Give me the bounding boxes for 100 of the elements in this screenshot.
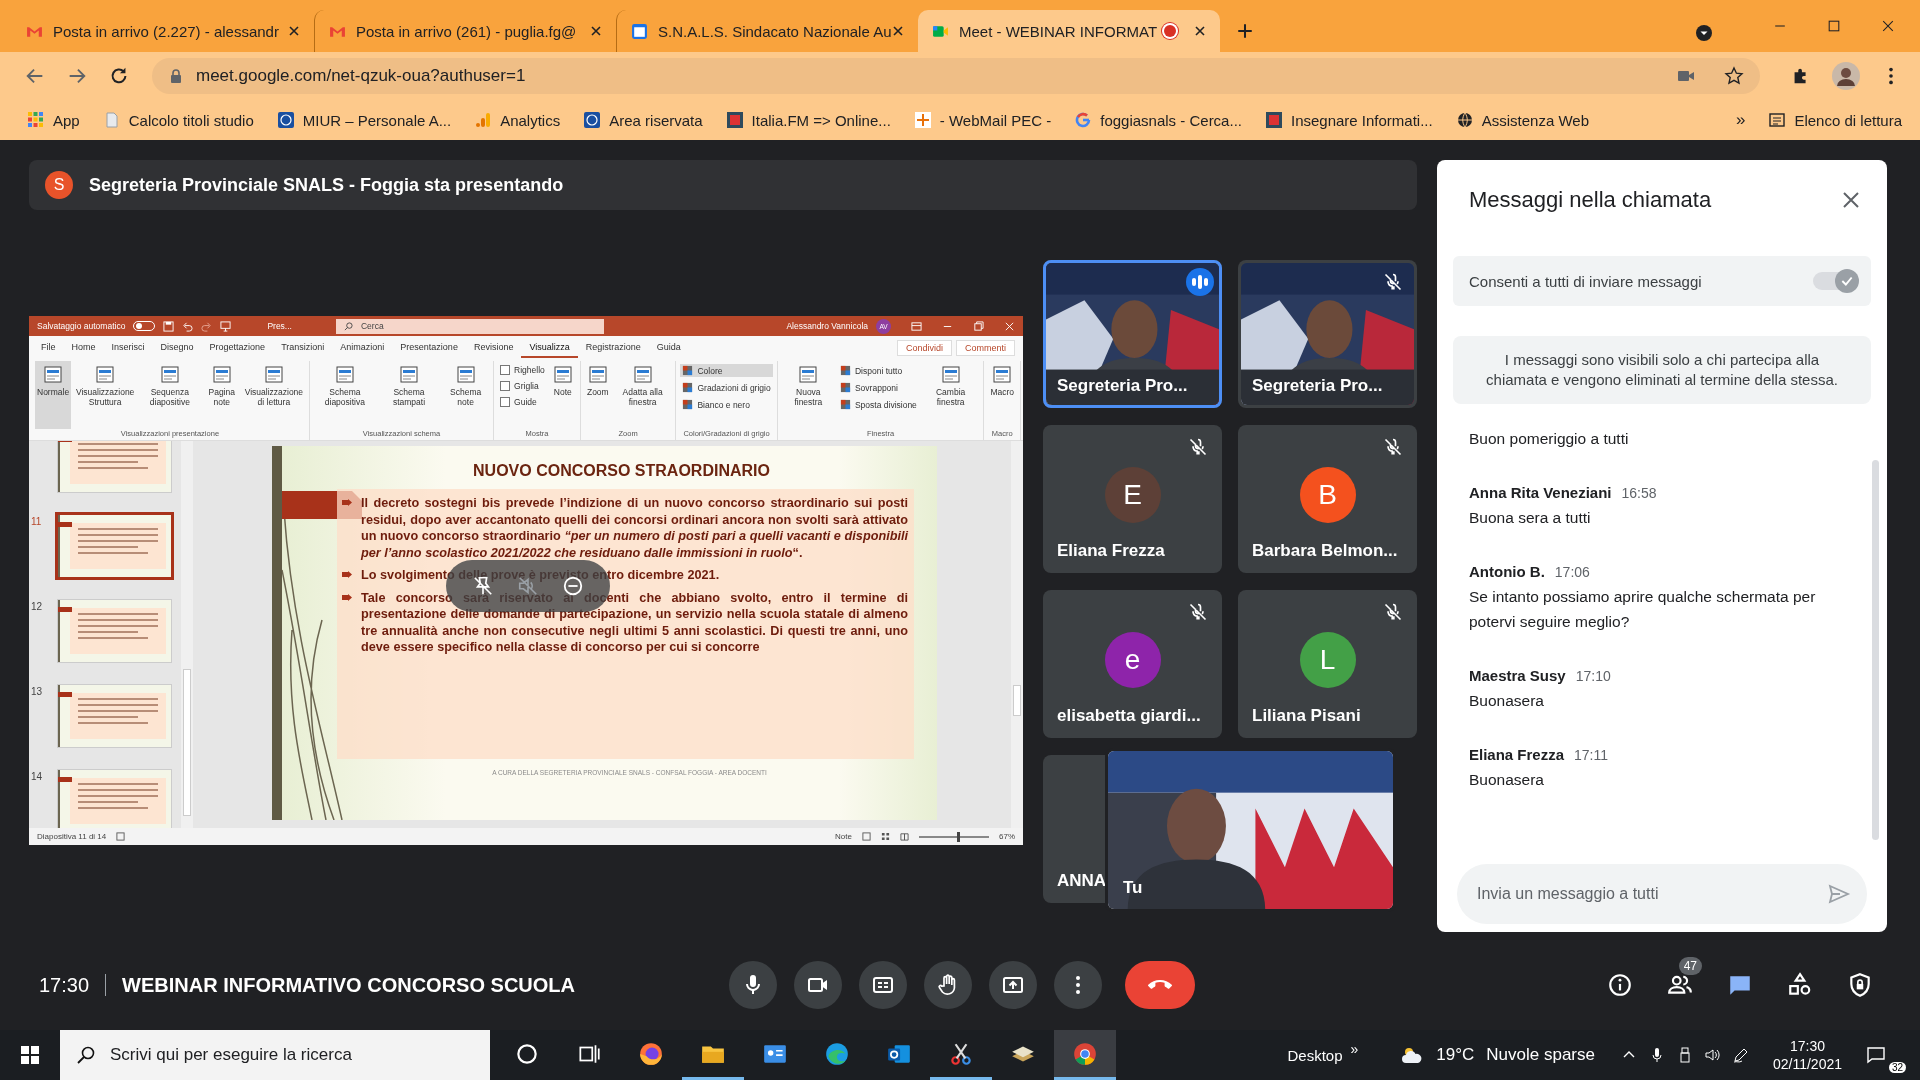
- ribbon-button[interactable]: Schema note: [442, 361, 490, 429]
- bookmark[interactable]: Assistenza Web: [1456, 111, 1589, 129]
- leave-call-button[interactable]: [1124, 961, 1195, 1009]
- present-button[interactable]: [988, 961, 1037, 1009]
- taskbar-app[interactable]: [1054, 1030, 1116, 1080]
- ribbon-tab[interactable]: Disegno: [152, 337, 202, 358]
- search-field[interactable]: Cerca: [335, 318, 604, 334]
- ribbon-tab[interactable]: Registrazione: [577, 337, 649, 358]
- scrollbar[interactable]: [181, 441, 193, 828]
- close-icon[interactable]: [1880, 18, 1896, 34]
- zoom-slider-thumb[interactable]: [957, 831, 961, 842]
- save-icon[interactable]: [163, 320, 175, 332]
- pen-icon[interactable]: [1732, 1047, 1749, 1063]
- ribbon-button[interactable]: Cambia finestra: [921, 361, 980, 429]
- close-icon[interactable]: [1194, 25, 1206, 37]
- ribbon-button[interactable]: Sovrapponi: [837, 381, 919, 394]
- bookmark[interactable]: - WebMail PEC -: [914, 111, 1052, 129]
- raise-hand-button[interactable]: [923, 961, 972, 1009]
- toolbar-expand-button[interactable]: »: [1350, 1041, 1359, 1057]
- comments-button[interactable]: Commenti: [956, 339, 1015, 356]
- ribbon-checkbox[interactable]: Guide: [498, 396, 547, 408]
- bookmark[interactable]: foggiasnals - Cerca...: [1075, 111, 1242, 129]
- ribbon-button[interactable]: Zoom: [584, 361, 611, 429]
- slide-thumbnail[interactable]: [55, 512, 174, 580]
- new-tab-icon[interactable]: [1236, 22, 1254, 40]
- bookmark[interactable]: App: [28, 111, 80, 129]
- maximize-icon[interactable]: [1826, 18, 1842, 34]
- message-input[interactable]: Invia un messaggio a tutti: [1457, 864, 1867, 924]
- bookmark[interactable]: Calcolo titoli studio: [103, 111, 254, 129]
- ribbon-display-icon[interactable]: [911, 320, 922, 332]
- ribbon-button[interactable]: Pagina note: [203, 361, 240, 429]
- ribbon-tab[interactable]: Visualizza: [521, 337, 578, 358]
- browser-tab[interactable]: Meet - WEBINAR INFORMAT: [918, 10, 1220, 52]
- temperature[interactable]: 19°C: [1436, 1045, 1475, 1065]
- ribbon-tab[interactable]: Presentazione: [392, 337, 466, 358]
- normal-view-icon[interactable]: [862, 832, 871, 841]
- bookmark[interactable]: Area riservata: [584, 111, 703, 129]
- ribbon-button[interactable]: Disponi tutto: [837, 364, 919, 377]
- reading-view-icon[interactable]: [900, 832, 909, 841]
- ribbon-tab[interactable]: Inserisci: [103, 337, 153, 358]
- grid-view-icon[interactable]: [881, 832, 890, 841]
- accessibility-icon[interactable]: [116, 832, 126, 841]
- clock[interactable]: 17:30 02/11/2021: [1772, 1037, 1842, 1073]
- ribbon-button[interactable]: Normale: [35, 361, 72, 429]
- close-icon[interactable]: [590, 25, 602, 37]
- ribbon-button[interactable]: Visualizzazione Struttura: [74, 361, 137, 429]
- bookmark[interactable]: Insegnare Informati...: [1265, 111, 1433, 129]
- ribbon-button[interactable]: Colore: [680, 364, 773, 377]
- ribbon-checkbox[interactable]: Righello: [498, 364, 547, 376]
- ribbon-button[interactable]: Bianco e nero: [680, 398, 773, 411]
- ribbon-button[interactable]: Gradazioni di grigio: [680, 381, 773, 394]
- present-icon[interactable]: [220, 320, 232, 332]
- browser-tab[interactable]: Posta in arrivo (2.227) - alessandr: [12, 10, 314, 52]
- desktop-toolbar[interactable]: Desktop: [1287, 1046, 1343, 1064]
- ribbon-tab[interactable]: Revisione: [465, 337, 522, 358]
- share-button[interactable]: Condividi: [896, 339, 952, 356]
- notes-button[interactable]: Note: [835, 832, 852, 841]
- notifications-button[interactable]: 32: [1866, 1035, 1906, 1075]
- microphone-button[interactable]: [728, 961, 777, 1009]
- ribbon-button[interactable]: Adatta alla finestra: [613, 361, 672, 429]
- ribbon-button[interactable]: Visualizzazione di lettura: [242, 361, 305, 429]
- star-icon[interactable]: [1724, 66, 1744, 86]
- ribbon-button[interactable]: Note: [549, 361, 576, 429]
- ribbon-tab[interactable]: File: [33, 337, 64, 358]
- captions-button[interactable]: [858, 961, 907, 1009]
- ribbon-button[interactable]: Sequenza diapositive: [139, 361, 201, 429]
- ribbon-button[interactable]: Macro: [988, 361, 1016, 429]
- weather-text[interactable]: Nuvole sparse: [1486, 1045, 1595, 1065]
- ribbon-tab[interactable]: Home: [63, 337, 104, 358]
- scrollbar[interactable]: [1872, 460, 1879, 840]
- ribbon-button[interactable]: Schema stampati: [378, 361, 440, 429]
- close-icon[interactable]: [288, 25, 300, 37]
- undo-icon[interactable]: [182, 320, 194, 332]
- ribbon-tab[interactable]: Transizioni: [273, 337, 333, 358]
- file-name[interactable]: Pres...: [267, 321, 292, 331]
- ribbon-tab[interactable]: Progettazione: [201, 337, 274, 358]
- more-bookmarks-button[interactable]: »: [1735, 110, 1746, 130]
- volume-icon[interactable]: [1704, 1047, 1721, 1063]
- profile-avatar[interactable]: [1832, 62, 1860, 90]
- ribbon-tab[interactable]: Guida: [648, 337, 689, 358]
- ribbon-button[interactable]: Nuova finestra: [781, 361, 835, 429]
- bookmark[interactable]: MIUR – Personale A...: [277, 111, 452, 129]
- scrollbar[interactable]: [1011, 441, 1023, 828]
- toggle-switch[interactable]: [1813, 272, 1857, 290]
- close-icon[interactable]: [892, 25, 904, 37]
- restore-icon[interactable]: [973, 320, 984, 332]
- ribbon-button[interactable]: Sposta divisione: [837, 398, 919, 411]
- address-bar[interactable]: meet.google.com/net-qzuk-oua?authuser=1: [152, 58, 1760, 94]
- bookmark[interactable]: Italia.FM => Online...: [726, 111, 891, 129]
- ribbon-checkbox[interactable]: Griglia: [498, 380, 547, 392]
- ribbon-button[interactable]: Schema diapositiva: [313, 361, 376, 429]
- reading-list-button[interactable]: Elenco di lettura: [1769, 111, 1902, 129]
- bookmark[interactable]: Analytics: [475, 111, 561, 129]
- tab-search-icon[interactable]: [1694, 23, 1714, 43]
- more-options-button[interactable]: [1053, 961, 1102, 1009]
- start-icon[interactable]: [20, 1045, 40, 1065]
- camera-button[interactable]: [793, 961, 842, 1009]
- search-field[interactable]: Scrivi qui per eseguire la ricerca: [60, 1030, 490, 1080]
- ribbon-tab[interactable]: Animazioni: [332, 337, 393, 358]
- zoom-level[interactable]: 67%: [999, 832, 1015, 841]
